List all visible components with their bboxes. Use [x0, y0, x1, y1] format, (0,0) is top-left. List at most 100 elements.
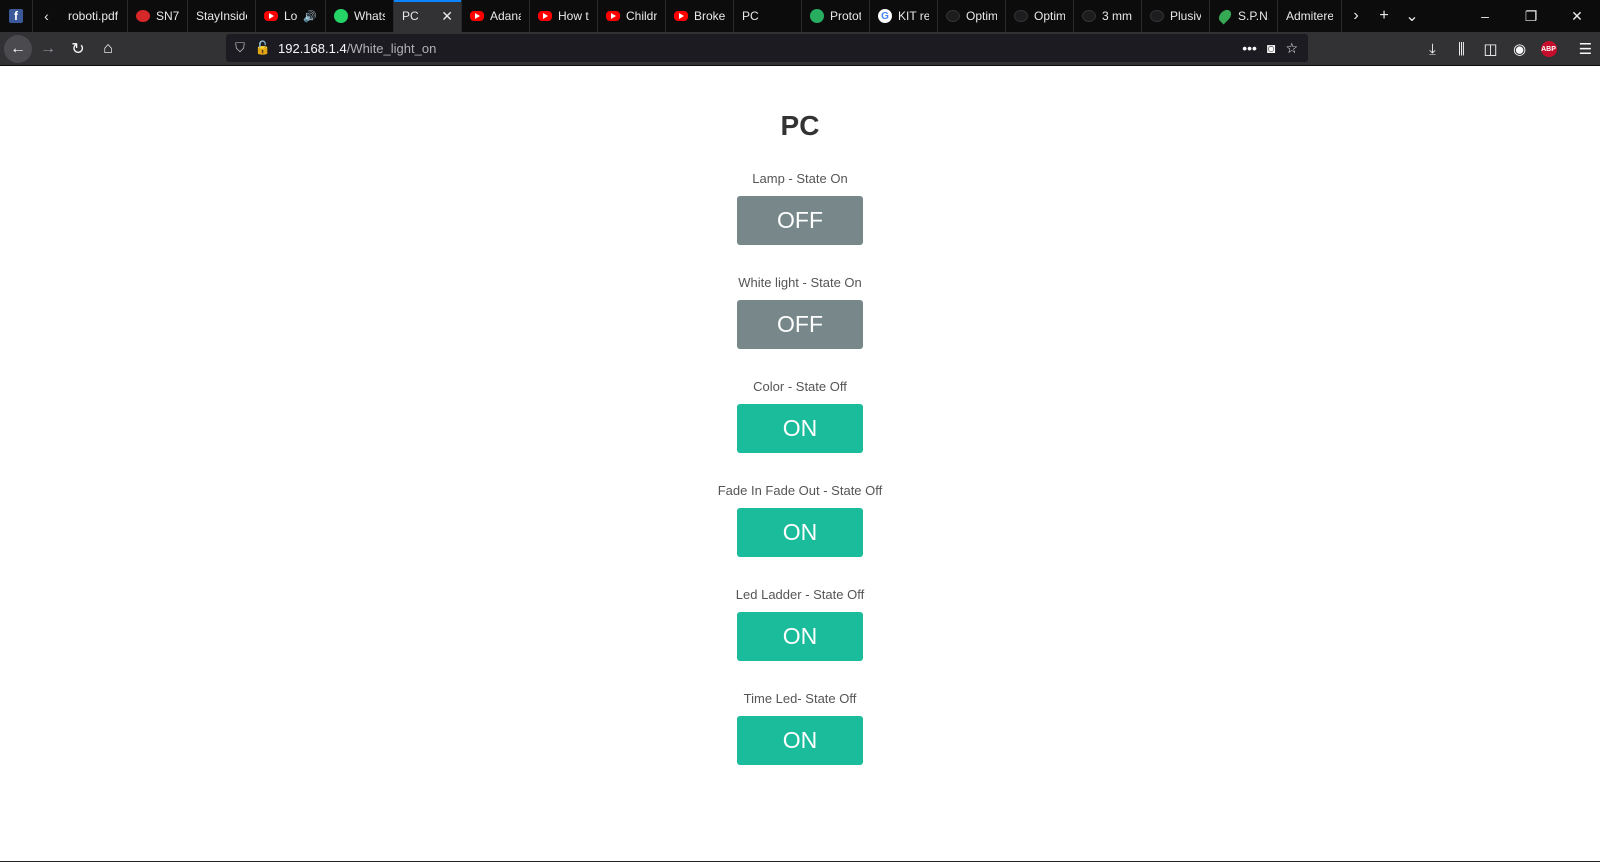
adblock-plus-icon: ABP: [1540, 41, 1557, 57]
close-tab-icon[interactable]: ✕: [431, 8, 453, 25]
tracking-protection-shield-icon[interactable]: ⛉: [226, 40, 254, 56]
bookmark-star-icon[interactable]: ☆: [1285, 40, 1298, 57]
hamburger-menu-icon[interactable]: ☰: [1571, 32, 1600, 66]
youtube-icon: [674, 11, 688, 21]
tabbar-controls: › + ⌄ – ❐ ✕: [1342, 0, 1600, 32]
scroll-tabs-left-button[interactable]: ‹: [33, 0, 60, 32]
maps-icon: [1216, 7, 1234, 25]
adblock-plus-button[interactable]: ABP: [1534, 32, 1563, 66]
tab-title: Broke: [694, 9, 725, 23]
device-control: Color - State Off ON: [0, 379, 1600, 453]
browser-tab[interactable]: Admitere: [1278, 0, 1342, 32]
sidebar-icon[interactable]: ◫: [1476, 32, 1505, 66]
reload-icon: ↻: [71, 40, 85, 58]
turn-off-button[interactable]: OFF: [737, 196, 863, 245]
tab-audio-speaker-icon[interactable]: 🔊: [303, 10, 317, 23]
tab-title: SN74: [156, 9, 179, 23]
device-state-label: Fade In Fade Out - State Off: [717, 483, 883, 498]
reload-button[interactable]: ↻: [64, 35, 92, 63]
browser-tab[interactable]: Protot: [802, 0, 870, 32]
pocket-icon[interactable]: ◙: [1267, 40, 1275, 57]
tab-title: 3 mm: [1102, 9, 1132, 23]
device-control: Fade In Fade Out - State Off ON: [0, 483, 1600, 557]
device-state-label: Time Led- State Off: [743, 691, 857, 706]
downloads-icon[interactable]: ⤓: [1418, 32, 1447, 66]
browser-tab[interactable]: Broke: [666, 0, 734, 32]
browser-tab[interactable]: Childr: [598, 0, 666, 32]
page-actions: ••• ◙ ☆: [1242, 40, 1308, 57]
tab-list: roboti.pdf SN74 StayInside Lo 🔊 Whats PC ✕ Adana…: [60, 0, 1342, 32]
dark-icon: [1150, 10, 1164, 22]
tab-title: PC: [742, 9, 759, 23]
home-icon: ⌂: [103, 39, 113, 57]
tab-title: Lo: [284, 9, 298, 23]
forward-arrow-icon: →: [40, 39, 56, 57]
tab-title: StayInside: [196, 9, 247, 23]
tab-title: Whats: [354, 9, 385, 23]
url-host: 192.168.1.4: [278, 40, 347, 56]
library-icon[interactable]: ⫼: [1447, 32, 1476, 66]
page-title: PC: [780, 110, 820, 141]
browser-tab[interactable]: Optim: [938, 0, 1006, 32]
device-control: Time Led- State Off ON: [0, 691, 1600, 765]
tab-title: Optim: [966, 9, 997, 23]
page-actions-more-icon[interactable]: •••: [1242, 40, 1257, 57]
turn-on-button[interactable]: ON: [737, 404, 863, 453]
account-icon[interactable]: ◉: [1505, 32, 1534, 66]
red-circle-icon: [136, 10, 150, 22]
back-arrow-icon: ←: [10, 39, 26, 57]
browser-tab[interactable]: Adana: [462, 0, 530, 32]
browser-tab[interactable]: PC ✕: [394, 0, 462, 32]
whatsapp-icon: [334, 9, 348, 23]
browser-tab[interactable]: Whats: [326, 0, 394, 32]
close-window-button[interactable]: ✕: [1554, 0, 1600, 32]
browser-tab[interactable]: SN74: [128, 0, 188, 32]
device-state-label: Color - State Off: [753, 379, 847, 394]
device-state-label: White light - State On: [738, 275, 862, 290]
insecure-connection-icon[interactable]: 🔓: [254, 40, 272, 56]
browser-tab[interactable]: Plusiv: [1142, 0, 1210, 32]
restore-window-button[interactable]: ❐: [1508, 0, 1554, 32]
device-control: Led Ladder - State Off ON: [0, 587, 1600, 661]
tab-title: Childr: [626, 9, 657, 23]
device-control: White light - State On OFF: [0, 275, 1600, 349]
browser-tab[interactable]: 3 mm: [1074, 0, 1142, 32]
browser-tab[interactable]: PC: [734, 0, 802, 32]
back-button[interactable]: ←: [4, 34, 32, 63]
device-state-label: Led Ladder - State Off: [735, 587, 865, 602]
address-bar[interactable]: ⛉ 🔓 192.168.1.4/White_light_on ••• ◙ ☆: [226, 34, 1308, 62]
turn-off-button[interactable]: OFF: [737, 300, 863, 349]
scroll-tabs-right-button[interactable]: ›: [1342, 0, 1370, 32]
minimize-window-button[interactable]: –: [1462, 0, 1508, 32]
pinned-tab-facebook[interactable]: f: [0, 0, 33, 32]
browser-tab[interactable]: G KIT re: [870, 0, 938, 32]
browser-tab[interactable]: S.P.N.: [1210, 0, 1278, 32]
google-icon: G: [878, 9, 892, 23]
turn-on-button[interactable]: ON: [737, 716, 863, 765]
device-state-label: Lamp - State On: [752, 171, 848, 186]
tab-title: Adana: [490, 9, 521, 23]
tab-title: Optim: [1034, 9, 1065, 23]
dark-icon: [1082, 10, 1096, 22]
tab-strip: f ‹ roboti.pdf SN74 StayInside Lo 🔊 Whats PC ✕ A…: [0, 0, 1600, 32]
toolbar-right: ⤓ ⫼ ◫ ◉ ABP ☰: [1418, 32, 1600, 66]
tab-title: S.P.N.: [1238, 9, 1269, 23]
navigation-toolbar: ← → ↻ ⌂ ⛉ 🔓 192.168.1.4/White_light_on •…: [0, 32, 1600, 66]
url-text[interactable]: 192.168.1.4/White_light_on: [278, 41, 436, 56]
forward-button[interactable]: →: [34, 35, 62, 63]
list-all-tabs-button[interactable]: ⌄: [1398, 0, 1426, 32]
new-tab-button[interactable]: +: [1370, 0, 1398, 32]
browser-tab[interactable]: Lo 🔊: [256, 0, 326, 32]
turn-on-button[interactable]: ON: [737, 508, 863, 557]
browser-tab[interactable]: StayInside: [188, 0, 256, 32]
tab-title: Protot: [830, 9, 861, 23]
tab-title: Plusiv: [1170, 9, 1201, 23]
browser-tab[interactable]: Optim: [1006, 0, 1074, 32]
tab-title: How t: [558, 9, 589, 23]
turn-on-button[interactable]: ON: [737, 612, 863, 661]
home-button[interactable]: ⌂: [94, 35, 122, 63]
browser-tab[interactable]: How t: [530, 0, 598, 32]
green-circle-icon: [810, 9, 824, 23]
browser-tab[interactable]: roboti.pdf: [60, 0, 128, 32]
tab-title: Admitere: [1286, 9, 1333, 23]
